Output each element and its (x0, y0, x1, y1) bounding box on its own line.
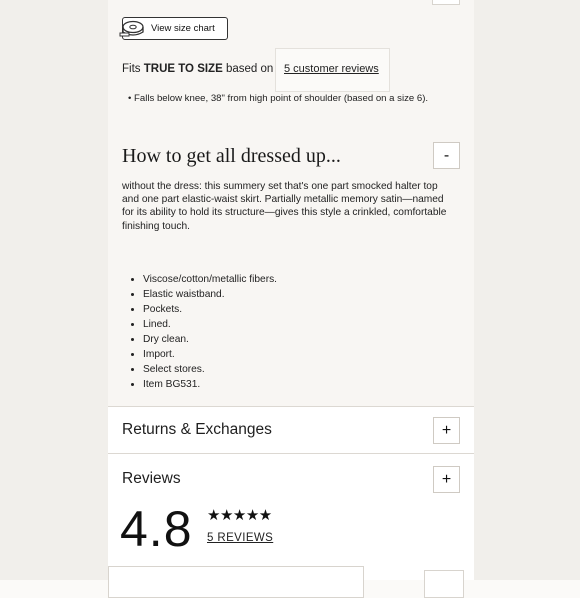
product-details-panel: View size chart Fits TRUE TO SIZE based … (108, 0, 474, 598)
fit-suffix: based on (225, 63, 274, 75)
fit-emphasis: TRUE TO SIZE (143, 63, 223, 75)
customer-reviews-link[interactable]: 5 customer reviews (284, 63, 379, 75)
fit-section: View size chart Fits TRUE TO SIZE based … (108, 0, 474, 128)
fit-prefix: Fits (122, 63, 141, 75)
fit-detail-list: • Falls below knee, 38" from high point … (128, 93, 458, 105)
feature-item: Elastic waistband. (143, 287, 277, 302)
details-title: How to get all dressed up... (122, 145, 341, 167)
reviews-title: Reviews (122, 470, 181, 487)
review-sort-select[interactable] (108, 566, 364, 598)
fit-detail-item: • Falls below knee, 38" from high point … (128, 93, 429, 104)
average-rating: 4.8 (120, 501, 193, 557)
expand-reviews-button[interactable]: + (433, 466, 460, 493)
feature-item: Lined. (143, 317, 277, 332)
divider (108, 453, 474, 454)
feature-item: Pockets. (143, 302, 277, 317)
view-size-chart-label: View size chart (151, 23, 215, 34)
review-filter-button[interactable] (424, 570, 464, 598)
partial-toggle-button[interactable] (432, 0, 460, 5)
feature-item: Import. (143, 347, 277, 362)
collapse-details-button[interactable]: - (433, 142, 460, 169)
features-list: Viscose/cotton/metallic fibers. Elastic … (122, 272, 277, 392)
returns-title: Returns & Exchanges (122, 421, 272, 438)
feature-item: Select stores. (143, 362, 277, 377)
left-margin (0, 0, 108, 580)
expand-returns-button[interactable]: + (433, 417, 460, 444)
star-rating-icon: ★★★★★ (207, 507, 272, 524)
details-section: How to get all dressed up... - without t… (108, 128, 474, 406)
divider (108, 406, 474, 407)
right-margin (474, 0, 580, 580)
view-size-chart-button[interactable]: View size chart (119, 17, 228, 40)
feature-item: Item BG531. (143, 377, 277, 392)
feature-item: Dry clean. (143, 332, 277, 347)
reviews-count-link[interactable]: 5 REVIEWS (207, 532, 273, 544)
feature-item: Viscose/cotton/metallic fibers. (143, 272, 277, 287)
measuring-tape-icon (119, 20, 144, 36)
fit-statement: Fits TRUE TO SIZE based on (122, 63, 273, 75)
details-description: without the dress: this summery set that… (122, 181, 447, 232)
